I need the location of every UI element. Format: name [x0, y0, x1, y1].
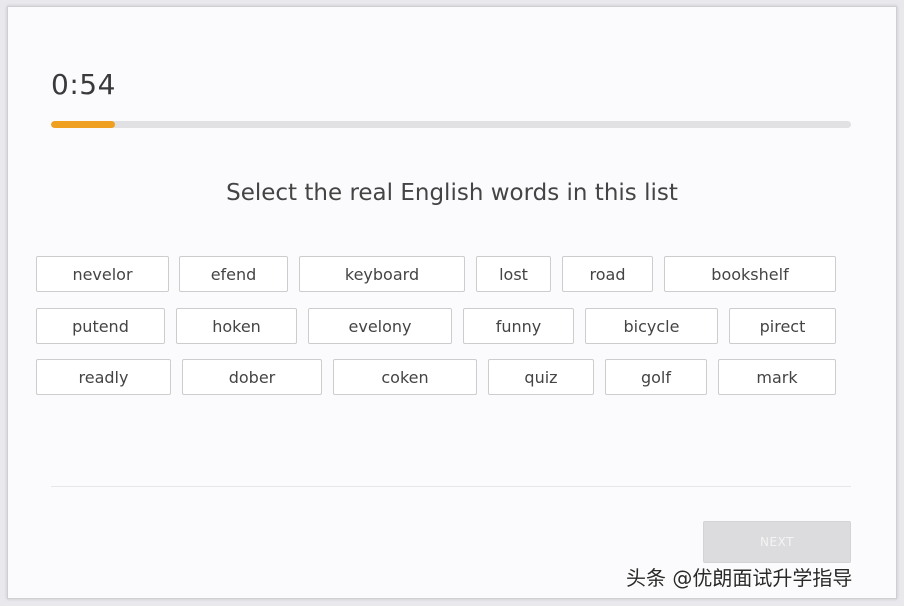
word-option[interactable]: evelony — [308, 308, 452, 344]
word-option[interactable]: bicycle — [585, 308, 718, 344]
word-option[interactable]: funny — [463, 308, 574, 344]
footer-divider — [51, 486, 851, 487]
word-option[interactable]: bookshelf — [664, 256, 836, 292]
word-option[interactable]: golf — [605, 359, 707, 395]
quiz-panel — [7, 6, 897, 599]
word-option[interactable]: hoken — [176, 308, 297, 344]
word-option[interactable]: keyboard — [299, 256, 465, 292]
word-option[interactable]: road — [562, 256, 653, 292]
timer-progress-fill — [51, 121, 115, 128]
timer-progress-bar — [51, 121, 851, 128]
word-option[interactable]: quiz — [488, 359, 594, 395]
word-option[interactable]: pirect — [729, 308, 836, 344]
watermark: 头条 @优朗面试升学指导 — [626, 566, 853, 590]
word-option[interactable]: putend — [36, 308, 165, 344]
next-button[interactable]: NEXT — [703, 521, 851, 563]
word-option[interactable]: coken — [333, 359, 477, 395]
word-option[interactable]: dober — [182, 359, 322, 395]
word-option[interactable]: nevelor — [36, 256, 169, 292]
word-option[interactable]: efend — [179, 256, 288, 292]
word-option[interactable]: mark — [718, 359, 836, 395]
word-option[interactable]: lost — [476, 256, 551, 292]
word-option[interactable]: readly — [36, 359, 171, 395]
countdown-timer: 0:54 — [51, 68, 116, 101]
question-prompt: Select the real English words in this li… — [226, 180, 678, 206]
